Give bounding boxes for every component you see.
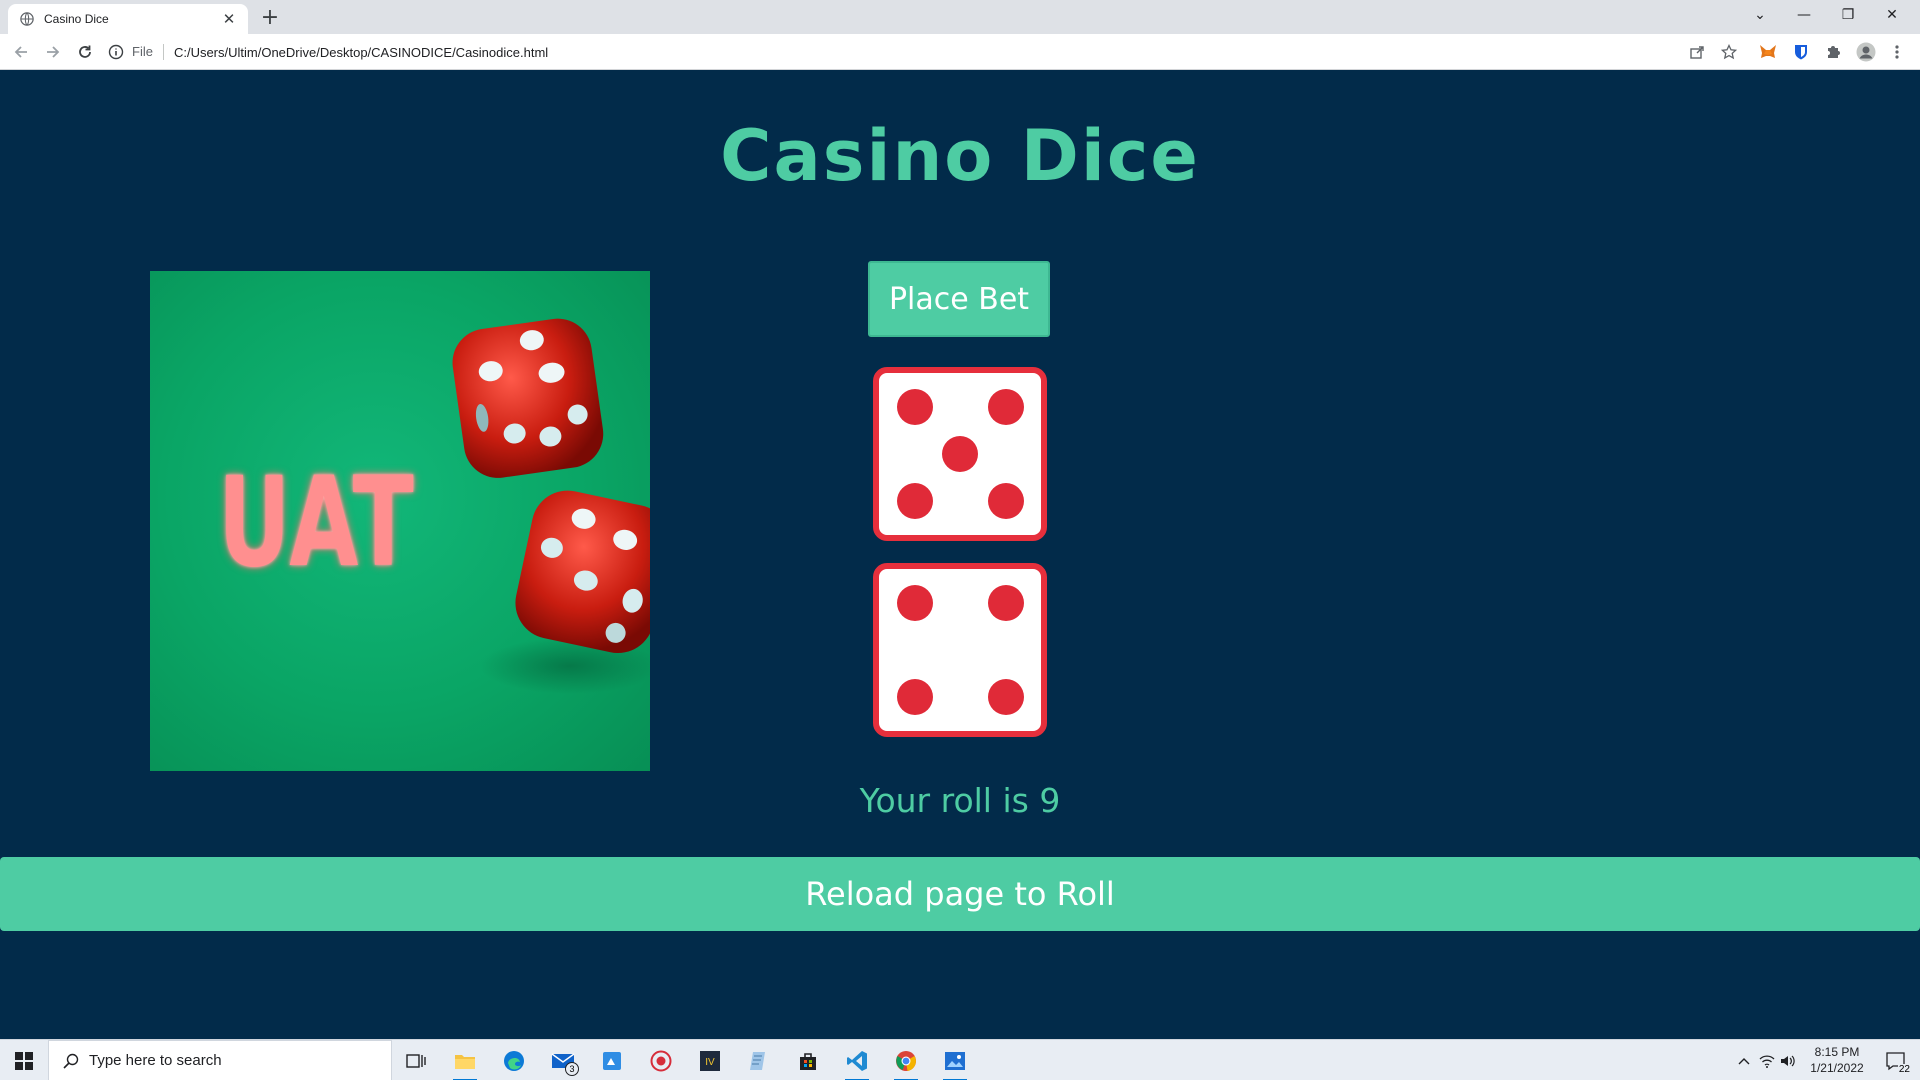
edge-button[interactable]	[494, 1044, 534, 1078]
scheme-label: File	[132, 44, 164, 60]
bitwarden-extension[interactable]	[1790, 41, 1812, 63]
url-text[interactable]: C:/Users/Ultim/OneDrive/Desktop/CASINODI…	[174, 45, 548, 60]
clock-date: 1/21/2022	[1810, 1061, 1864, 1075]
page-viewport: Casino Dice UAT Place Bet Your roll is 9…	[0, 71, 1920, 1039]
speaker-icon	[1781, 1055, 1795, 1066]
photo-app-icon	[603, 1052, 621, 1070]
minimize-button[interactable]: —	[1782, 0, 1826, 30]
wifi-icon	[1759, 1054, 1775, 1068]
browser-tab[interactable]: Casino Dice ✕	[8, 4, 248, 34]
task-view-button[interactable]	[396, 1044, 436, 1078]
star-icon	[1721, 44, 1737, 60]
share-button[interactable]	[1686, 41, 1708, 63]
notification-center-button[interactable]: 22	[1880, 1040, 1914, 1080]
arrow-left-icon	[14, 46, 27, 58]
promo-image: UAT	[150, 271, 650, 771]
show-hidden-icons-button[interactable]	[1734, 1040, 1754, 1080]
close-window-button[interactable]: ✕	[1870, 0, 1914, 30]
notification-count: 22	[1897, 1064, 1911, 1075]
chevron-up-icon	[1738, 1057, 1750, 1064]
extensions-button[interactable]	[1822, 41, 1844, 63]
pip	[897, 679, 933, 715]
mail-badge: 3	[565, 1062, 579, 1076]
metamask-extension[interactable]	[1757, 41, 1779, 63]
photos-viewer-button[interactable]	[935, 1044, 975, 1080]
network-button[interactable]	[1757, 1040, 1777, 1080]
bookmark-button[interactable]	[1718, 41, 1740, 63]
reload-to-roll-banner: Reload page to Roll	[0, 857, 1920, 931]
notepad-button[interactable]	[739, 1044, 779, 1078]
reload-icon	[79, 45, 91, 58]
globe-icon	[20, 12, 34, 26]
volume-button[interactable]	[1778, 1040, 1798, 1080]
die-one	[873, 367, 1047, 541]
pip	[942, 436, 978, 472]
arrow-right-icon	[47, 46, 60, 58]
file-explorer-button[interactable]	[445, 1044, 485, 1080]
forward-button[interactable]	[41, 40, 65, 64]
page-title: Casino Dice	[720, 115, 1200, 197]
windows-logo-icon	[15, 1051, 33, 1070]
svg-text:IV: IV	[705, 1057, 715, 1068]
store-button[interactable]	[788, 1044, 828, 1078]
windows-taskbar: Type here to search 3 IV 8:15 PM 1/21/20…	[0, 1039, 1920, 1080]
tab-search-button[interactable]: ⌄	[1738, 0, 1782, 30]
omnibox[interactable]: File C:/Users/Ultim/OneDrive/Desktop/CAS…	[108, 39, 1702, 65]
new-tab-button[interactable]: +	[256, 4, 284, 32]
search-placeholder: Type here to search	[89, 1052, 222, 1069]
menu-button[interactable]	[1886, 41, 1908, 63]
start-button[interactable]	[0, 1040, 48, 1080]
notepad-icon	[750, 1052, 765, 1070]
pip	[897, 389, 933, 425]
back-button[interactable]	[9, 40, 33, 64]
chrome-button[interactable]	[886, 1044, 926, 1080]
vscode-button[interactable]	[837, 1044, 877, 1080]
profile-button[interactable]	[1855, 41, 1877, 63]
folder-icon	[455, 1055, 475, 1069]
tab-title: Casino Dice	[44, 12, 109, 26]
browser-tab-strip: Casino Dice ✕ + ⌄ — ❐ ✕	[0, 0, 1920, 34]
iv-app-icon: IV	[700, 1051, 720, 1071]
address-toolbar: File C:/Users/Ultim/OneDrive/Desktop/CAS…	[0, 34, 1920, 70]
restore-button[interactable]: ❐	[1826, 0, 1870, 30]
red-die-top	[452, 318, 604, 478]
pip	[897, 483, 933, 519]
vscode-icon	[847, 1051, 867, 1071]
chrome-icon	[896, 1051, 916, 1071]
record-icon	[650, 1050, 672, 1072]
task-view-icon	[406, 1054, 426, 1068]
reload-button[interactable]	[73, 40, 97, 64]
mail-button[interactable]: 3	[543, 1044, 583, 1078]
info-icon[interactable]	[108, 44, 124, 60]
taskbar-search-box[interactable]: Type here to search	[48, 1040, 392, 1080]
photos-app-button[interactable]	[592, 1044, 632, 1078]
pip	[988, 389, 1024, 425]
recorder-button[interactable]	[641, 1044, 681, 1078]
roll-result-text: Your roll is 9	[859, 781, 1061, 820]
edge-icon	[504, 1051, 524, 1071]
share-icon	[1690, 46, 1704, 59]
pip	[988, 483, 1024, 519]
avatar-icon	[1856, 42, 1876, 62]
pip	[988, 585, 1024, 621]
more-vertical-icon	[1895, 45, 1899, 59]
puzzle-icon	[1828, 46, 1840, 58]
image-icon	[945, 1052, 965, 1070]
clock-time: 8:15 PM	[1814, 1045, 1860, 1059]
fox-icon	[1760, 45, 1776, 58]
pip	[897, 585, 933, 621]
pip	[988, 679, 1024, 715]
shopping-bag-icon	[800, 1053, 816, 1070]
iv-app-button[interactable]: IV	[690, 1044, 730, 1078]
die-two	[873, 563, 1047, 737]
shield-icon	[1795, 45, 1807, 60]
place-bet-button[interactable]: Place Bet	[868, 261, 1050, 337]
tab-close-button[interactable]: ✕	[220, 10, 238, 28]
search-icon	[63, 1053, 79, 1069]
system-clock[interactable]: 8:15 PM 1/21/2022	[1800, 1044, 1874, 1076]
red-die-bottom	[515, 490, 650, 654]
dice-illustration	[452, 318, 650, 694]
